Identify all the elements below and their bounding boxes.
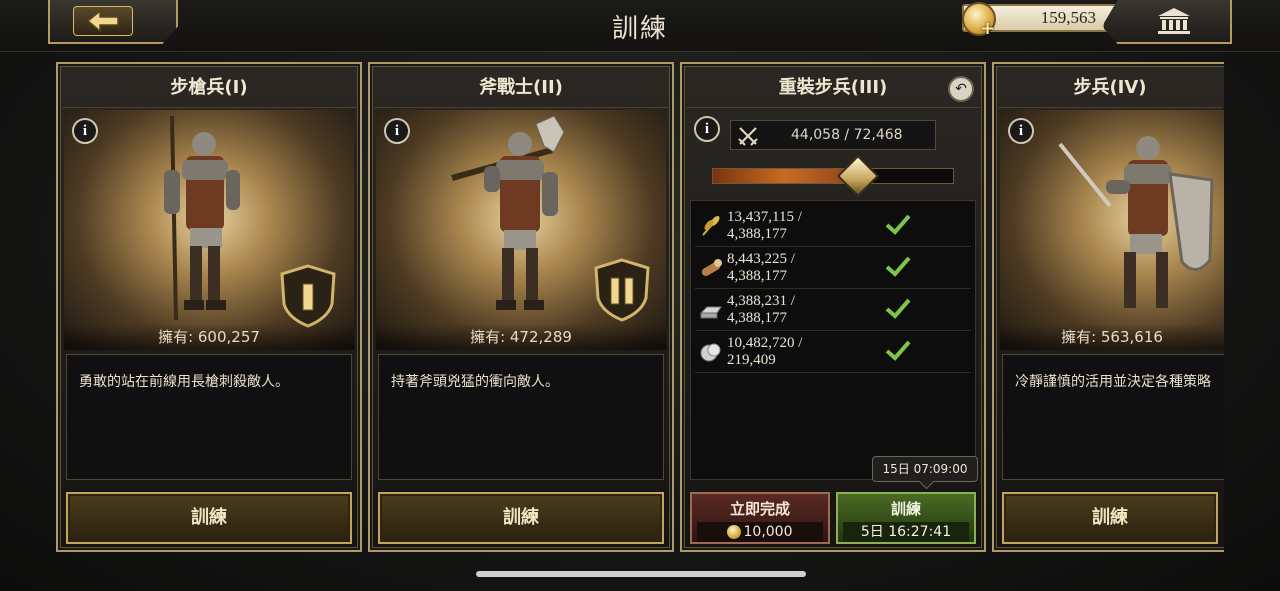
- tier-badge-i-icon: [280, 264, 336, 328]
- checkmark-icon: [885, 214, 911, 235]
- page-title: 訓練: [611, 14, 668, 44]
- back-button-inner: [73, 6, 133, 36]
- train-label: 訓練: [890, 500, 921, 518]
- unit-card-clip: 步兵(IV) i 擁有: 563,616 冷靜謹慎的活用並決定各種策略 訓練: [992, 62, 1224, 552]
- train-button[interactable]: 訓練: [66, 492, 352, 544]
- train-button[interactable]: 訓練: [1002, 492, 1218, 544]
- info-icon[interactable]: i: [72, 118, 98, 144]
- resource-value: 10,482,720 /219,409: [727, 335, 803, 368]
- owned-count: 擁有: 563,616: [1000, 324, 1224, 350]
- resource-value: 8,443,225 /4,388,177: [727, 251, 795, 284]
- resource-row-wood: 8,443,225 /4,388,177: [695, 247, 971, 289]
- unit-card-heavy-infantry: 重裝步兵(III) ↶ i 44,058 / 72,468 13,437,115…: [680, 62, 986, 552]
- instant-complete-button[interactable]: 立即完成 10,000: [690, 492, 830, 544]
- tier-badge-ii-icon: [594, 258, 650, 322]
- resource-list: 13,437,115 /4,388,177 8,443,225 /4,388,1…: [690, 200, 976, 480]
- unit-portrait[interactable]: i 擁有: 472,289: [376, 110, 666, 350]
- top-bar: 訓練 + 159,563: [0, 0, 1280, 52]
- checkmark-icon: [885, 340, 911, 361]
- resource-value: 13,437,115 /4,388,177: [727, 209, 802, 242]
- unit-portrait[interactable]: i 擁有: 600,257: [64, 110, 354, 350]
- resource-row-food: 13,437,115 /4,388,177: [695, 205, 971, 247]
- iron-ingot-icon: [699, 306, 722, 319]
- instant-cost-value: 10,000: [743, 524, 793, 540]
- train-time: 5日 16:27:41: [843, 522, 969, 542]
- full-train-time-tooltip: 15日 07:09:00: [872, 456, 978, 482]
- back-button[interactable]: [48, 0, 178, 44]
- gold-coin-icon: [727, 525, 741, 539]
- reset-icon[interactable]: ↶: [948, 76, 974, 102]
- bank-icon: [1158, 8, 1190, 34]
- owned-count: 擁有: 600,257: [64, 324, 354, 350]
- unit-card-spearman: 步槍兵(I) i 擁有: 600,257 勇敢的站在前線用長槍刺殺敵人。 訓練: [56, 62, 362, 552]
- unit-description: 勇敢的站在前線用長槍刺殺敵人。: [66, 354, 352, 480]
- resource-value: 4,388,231 /4,388,177: [727, 293, 795, 326]
- coin-plus-icon[interactable]: +: [980, 20, 998, 38]
- info-icon[interactable]: i: [384, 118, 410, 144]
- info-icon[interactable]: i: [694, 116, 720, 142]
- wood-log-icon: [701, 259, 722, 276]
- slider-thumb[interactable]: [836, 154, 880, 198]
- gold-value: 159,563: [1040, 8, 1096, 27]
- quantity-slider[interactable]: [712, 154, 954, 198]
- unit-description: 持著斧頭兇猛的衝向敵人。: [378, 354, 664, 480]
- unit-name: 斧戰士(II): [374, 68, 668, 108]
- unit-name: 步槍兵(I): [62, 68, 356, 108]
- owned-count: 擁有: 472,289: [376, 324, 666, 350]
- instant-cost: 10,000: [697, 522, 823, 542]
- resource-row-silver: 10,482,720 /219,409: [695, 331, 971, 373]
- checkmark-icon: [885, 256, 911, 277]
- silver-coin-icon: [700, 343, 721, 362]
- arrow-left-icon: [86, 9, 119, 33]
- instant-complete-label: 立即完成: [729, 500, 790, 518]
- troop-count-value: 44,058 / 72,468: [791, 127, 903, 143]
- troop-count: 44,058 / 72,468: [730, 120, 936, 150]
- unit-card-axe-warrior: 斧戰士(II) i 擁有: 472,289 持著斧頭兇猛的衝向敵人。 訓練: [368, 62, 674, 552]
- train-button[interactable]: 訓練 5日 16:27:41: [836, 492, 976, 544]
- resource-row-iron: 4,388,231 /4,388,177: [695, 289, 971, 331]
- home-indicator[interactable]: [476, 571, 806, 577]
- wheat-icon: [702, 216, 720, 236]
- bank-button[interactable]: [1102, 0, 1232, 44]
- unit-portrait[interactable]: i 擁有: 563,616: [1000, 110, 1224, 350]
- unit-card-infantry: 步兵(IV) i 擁有: 563,616 冷靜謹慎的活用並決定各種策略 訓練: [992, 62, 1224, 552]
- unit-description: 冷靜謹慎的活用並決定各種策略: [1002, 354, 1224, 480]
- info-icon[interactable]: i: [1008, 118, 1034, 144]
- train-button[interactable]: 訓練: [378, 492, 664, 544]
- checkmark-icon: [885, 298, 911, 319]
- unit-name: 重裝步兵(III): [686, 68, 980, 108]
- unit-name: 步兵(IV): [998, 68, 1222, 108]
- infantry-figure: [1058, 136, 1214, 308]
- crossed-swords-icon: [738, 127, 758, 146]
